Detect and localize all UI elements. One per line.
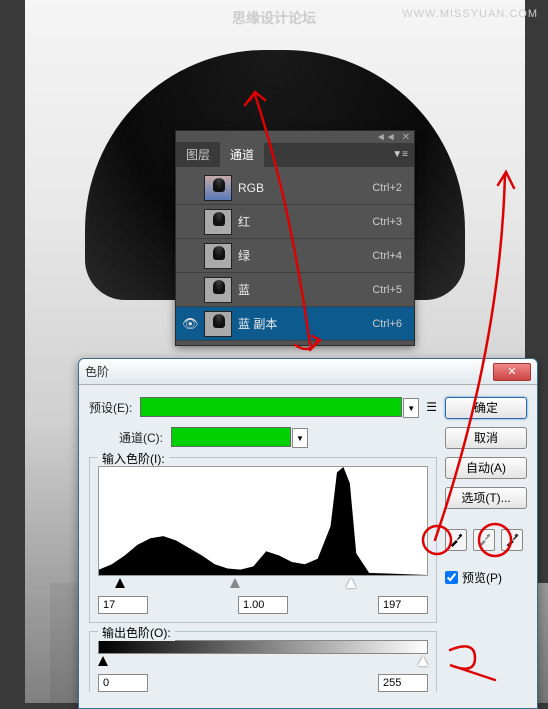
channel-name: RGB — [238, 181, 372, 195]
channel-shortcut: Ctrl+2 — [372, 182, 408, 194]
black-eyedropper-icon[interactable] — [445, 529, 467, 551]
dialog-title: 色阶 — [85, 363, 493, 380]
channel-thumbnail — [204, 243, 232, 269]
output-white-slider[interactable] — [418, 656, 428, 666]
tab-layers[interactable]: 图层 — [176, 142, 220, 167]
gamma-slider[interactable] — [230, 578, 240, 588]
gray-eyedropper-icon[interactable] — [473, 529, 495, 551]
watermark-url: WWW.MISSYUAN.COM — [402, 8, 538, 20]
output-black-slider[interactable] — [98, 656, 108, 666]
channel-thumbnail — [204, 311, 232, 337]
preset-dropdown[interactable]: 自定 ▼ — [140, 397, 402, 417]
output-slider-track[interactable] — [98, 656, 428, 670]
collapse-icon[interactable]: ◄◄ — [376, 132, 396, 143]
channel-name: 绿 — [238, 247, 372, 264]
black-point-slider[interactable] — [115, 578, 125, 588]
watermark-chinese: 思缘设计论坛 — [232, 8, 316, 28]
white-point-slider[interactable] — [346, 578, 356, 588]
ok-button[interactable]: 确定 — [445, 397, 527, 419]
input-white-field[interactable] — [378, 596, 428, 614]
tab-channels[interactable]: 通道 — [220, 142, 264, 167]
histogram-chart[interactable] — [98, 466, 428, 576]
channel-list: RGB Ctrl+2 红 Ctrl+3 绿 Ctrl+4 蓝 Ctrl+5 👁 … — [176, 167, 414, 345]
input-gamma-field[interactable] — [238, 596, 288, 614]
input-black-field[interactable] — [98, 596, 148, 614]
channel-row-rgb[interactable]: RGB Ctrl+2 — [176, 171, 414, 205]
channels-panel: ◄◄ ✕ 图层 通道 ▼≡ RGB Ctrl+2 红 Ctrl+3 绿 Ctrl… — [175, 130, 415, 346]
channel-thumbnail — [204, 175, 232, 201]
close-panel-icon[interactable]: ✕ — [402, 132, 410, 143]
chevron-down-icon[interactable]: ▼ — [292, 428, 308, 448]
preview-checkbox[interactable]: 预览(P) — [445, 569, 527, 586]
input-levels-group: 输入色阶(I): — [89, 457, 437, 623]
panel-tabs: 图层 通道 ▼≡ — [176, 143, 414, 167]
white-eyedropper-icon[interactable] — [501, 529, 523, 551]
preset-menu-icon[interactable]: ☰ — [426, 400, 437, 414]
output-levels-label: 输出色阶(O): — [98, 624, 175, 641]
input-levels-label: 输入色阶(I): — [98, 450, 169, 467]
options-button[interactable]: 选项(T)... — [445, 487, 527, 509]
close-button[interactable]: ✕ — [493, 363, 531, 381]
channel-shortcut: Ctrl+4 — [372, 250, 408, 262]
output-white-field[interactable] — [378, 674, 428, 692]
cancel-button[interactable]: 取消 — [445, 427, 527, 449]
channel-shortcut: Ctrl+5 — [372, 284, 408, 296]
channel-thumbnail — [204, 277, 232, 303]
channel-shortcut: Ctrl+6 — [372, 318, 408, 330]
channel-thumbnail — [204, 209, 232, 235]
channel-name: 红 — [238, 213, 372, 230]
channel-name: 蓝 — [238, 281, 372, 298]
chevron-down-icon[interactable]: ▼ — [403, 398, 419, 418]
preview-label: 预览(P) — [462, 569, 502, 586]
preset-label: 预设(E): — [89, 399, 132, 416]
channel-label: 通道(C): — [119, 429, 163, 446]
channel-row-red[interactable]: 红 Ctrl+3 — [176, 205, 414, 239]
channel-name: 蓝 副本 — [238, 315, 372, 332]
input-slider-track[interactable] — [98, 578, 428, 592]
output-levels-group: 输出色阶(O): — [89, 631, 437, 692]
channel-row-blue[interactable]: 蓝 Ctrl+5 — [176, 273, 414, 307]
dialog-titlebar[interactable]: 色阶 ✕ — [79, 359, 537, 385]
output-black-field[interactable] — [98, 674, 148, 692]
levels-dialog: 色阶 ✕ 预设(E): 自定 ▼ ☰ 通道(C): 蓝 副本 ▼ 输入色阶(I)… — [78, 358, 538, 709]
channel-row-blue-copy[interactable]: 👁 蓝 副本 Ctrl+6 — [176, 307, 414, 341]
output-gradient[interactable] — [98, 640, 428, 654]
visibility-toggle[interactable]: 👁 — [182, 316, 198, 332]
preview-checkbox-input[interactable] — [445, 571, 458, 584]
channel-shortcut: Ctrl+3 — [372, 216, 408, 228]
channel-row-green[interactable]: 绿 Ctrl+4 — [176, 239, 414, 273]
channel-dropdown[interactable]: 蓝 副本 ▼ — [171, 427, 291, 447]
panel-menu-icon[interactable]: ▼≡ — [392, 149, 408, 160]
auto-button[interactable]: 自动(A) — [445, 457, 527, 479]
